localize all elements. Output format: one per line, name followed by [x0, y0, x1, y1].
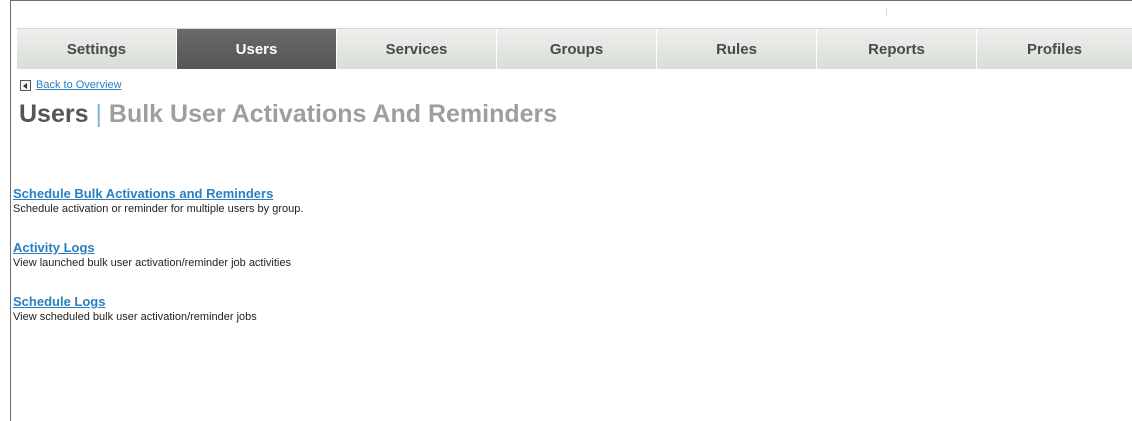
page-title-section: Users: [19, 100, 89, 128]
back-link-label[interactable]: Back to Overview: [36, 79, 122, 91]
page-title: Users | Bulk User Activations And Remind…: [19, 100, 557, 129]
divider-tick: [886, 8, 887, 16]
tab-rules[interactable]: Rules: [657, 29, 817, 69]
schedule-logs-link[interactable]: Schedule Logs: [13, 294, 257, 309]
tab-services[interactable]: Services: [337, 29, 497, 69]
page-title-subsection: Bulk User Activations And Reminders: [108, 100, 558, 128]
activity-logs-description: View launched bulk user activation/remin…: [13, 257, 291, 269]
back-arrow-icon[interactable]: [20, 79, 31, 91]
tab-reports[interactable]: Reports: [817, 29, 977, 69]
window-frame-left: [10, 0, 11, 421]
schedule-logs-description: View scheduled bulk user activation/remi…: [13, 311, 257, 323]
tab-profiles[interactable]: Profiles: [977, 29, 1132, 69]
tab-users[interactable]: Users: [177, 29, 337, 69]
activity-logs-link[interactable]: Activity Logs: [13, 240, 291, 255]
list-item-activity-logs: Activity Logs View launched bulk user ac…: [13, 240, 291, 270]
schedule-bulk-description: Schedule activation or reminder for mult…: [13, 203, 304, 215]
window-frame-top: [10, 0, 1132, 8]
main-nav-tabs: Settings Users Services Groups Rules Rep…: [17, 28, 1132, 69]
tab-groups[interactable]: Groups: [497, 29, 657, 69]
back-to-overview-link[interactable]: Back to Overview: [20, 79, 122, 91]
page-title-separator: |: [95, 100, 102, 128]
schedule-bulk-activations-link[interactable]: Schedule Bulk Activations and Reminders: [13, 186, 303, 201]
list-item-schedule-bulk: Schedule Bulk Activations and Reminders …: [13, 186, 303, 216]
list-item-schedule-logs: Schedule Logs View scheduled bulk user a…: [13, 294, 257, 324]
tab-settings[interactable]: Settings: [17, 29, 177, 69]
